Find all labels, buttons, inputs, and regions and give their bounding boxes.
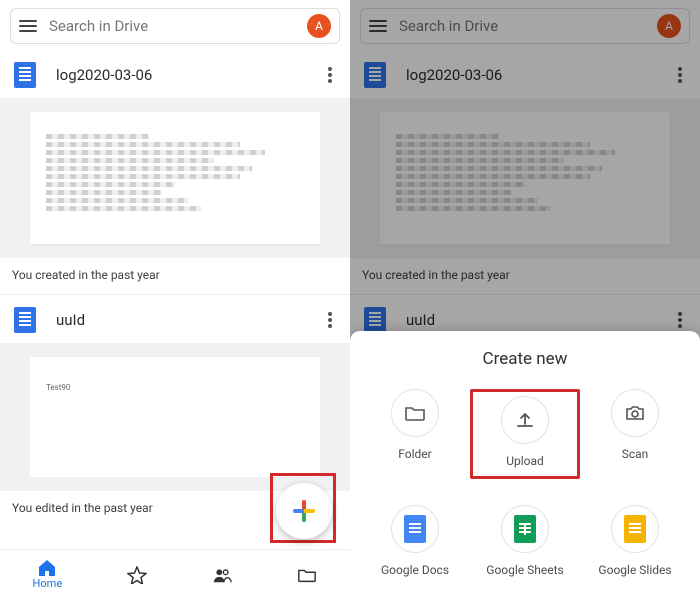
plus-icon [293,500,315,522]
docs-icon [14,62,36,88]
docs-icon [364,307,386,333]
avatar[interactable]: A [307,14,331,38]
search-bar[interactable]: Search in Drive A [10,8,340,44]
docs-icon [364,62,386,88]
right-pane: Search in Drive A log2020-03-06 You crea… [350,0,700,599]
left-pane: Search in Drive A log2020-03-06 You crea… [0,0,350,599]
nav-shared[interactable] [212,566,232,584]
search-placeholder: Search in Drive [49,17,307,35]
more-icon[interactable] [674,63,686,87]
google-docs-icon [391,505,439,553]
file-preview[interactable] [350,98,700,258]
upload-icon [501,396,549,444]
file-preview[interactable]: Test90 [0,343,350,491]
menu-icon[interactable] [369,20,387,32]
nav-home[interactable]: Home [33,559,63,590]
avatar[interactable]: A [657,14,681,38]
camera-icon [611,389,659,437]
file-preview[interactable] [0,98,350,258]
create-sheet: Create new Folder Upload Scan Google Doc… [350,331,700,599]
file-row[interactable]: log2020-03-06 [0,50,350,98]
star-icon [127,566,147,584]
bottom-nav: Home [0,549,350,599]
create-sheets[interactable]: Google Sheets [470,505,580,577]
more-icon[interactable] [324,308,336,332]
sheet-title: Create new [360,349,690,369]
more-icon[interactable] [324,63,336,87]
menu-icon[interactable] [19,20,37,32]
create-fab[interactable] [276,483,332,539]
create-upload[interactable]: Upload [470,389,580,479]
google-slides-icon [611,505,659,553]
file-name: uuId [56,311,324,329]
home-icon [37,559,57,577]
nav-starred[interactable] [127,566,147,584]
nav-files[interactable] [297,566,317,584]
people-icon [212,566,232,584]
folder-icon [297,566,317,584]
file-name: uuId [406,311,674,329]
preview-text: Test90 [46,383,70,392]
create-docs[interactable]: Google Docs [360,505,470,577]
file-caption: You created in the past year [0,258,350,294]
create-slides[interactable]: Google Slides [580,505,690,577]
file-row[interactable]: uuId [0,295,350,343]
search-placeholder: Search in Drive [399,17,657,35]
more-icon[interactable] [674,308,686,332]
create-folder[interactable]: Folder [360,389,470,479]
search-bar[interactable]: Search in Drive A [360,8,690,44]
docs-icon [14,307,36,333]
create-scan[interactable]: Scan [580,389,690,479]
file-name: log2020-03-06 [406,66,674,84]
file-caption: You created in the past year [350,258,700,294]
folder-icon [391,389,439,437]
file-row[interactable]: log2020-03-06 [350,50,700,98]
google-sheets-icon [501,505,549,553]
file-name: log2020-03-06 [56,66,324,84]
